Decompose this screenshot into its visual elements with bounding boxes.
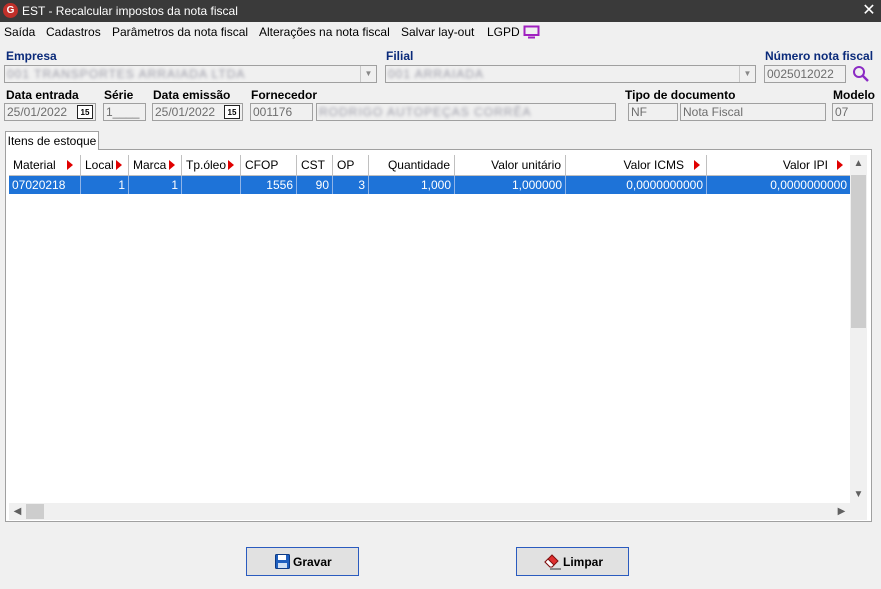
col-header-valor-ipi[interactable]: Valor IPI [707, 155, 850, 175]
col-header-cst[interactable]: CST [297, 155, 333, 175]
search-icon[interactable] [852, 65, 870, 83]
sort-arrow-icon [228, 160, 234, 170]
vertical-scrollbar[interactable]: ▲ ▼ [850, 155, 867, 503]
menu-item-salvar-layout[interactable]: Salvar lay-out [401, 25, 474, 39]
empresa-select[interactable]: 001 TRANSPORTES ARRAIADA LTDA ▼ [4, 65, 377, 83]
menu-item-lgpd[interactable]: LGPD [487, 25, 520, 39]
sort-arrow-icon [169, 160, 175, 170]
fornecedor-name-value: RODRIGO AUTOPEÇAS CORRÊA [319, 105, 532, 119]
horizontal-scroll-thumb[interactable] [26, 504, 44, 519]
scroll-down-icon[interactable]: ▼ [850, 486, 867, 503]
sort-arrow-icon [694, 160, 700, 170]
scroll-left-icon[interactable]: ◀ [9, 503, 26, 520]
window-title: EST - Recalcular impostos da nota fiscal [22, 4, 238, 18]
modelo-field[interactable]: 07 [832, 103, 873, 121]
cell-valor-unitario[interactable]: 1,000000 [455, 176, 566, 194]
tipo-documento-name-field: Nota Fiscal [680, 103, 826, 121]
serie-label: Série [104, 88, 134, 102]
save-button-label: Gravar [293, 555, 332, 569]
col-header-label: Material [13, 158, 56, 172]
clear-button-label: Limpar [563, 555, 604, 569]
col-header-local[interactable]: Local [81, 155, 129, 175]
filial-select[interactable]: 001 ARRAIADA ▼ [385, 65, 756, 83]
save-button[interactable]: Gravar [246, 547, 359, 576]
table-row[interactable]: 07020218 1 1 1556 90 3 1,000 1,000000 0,… [9, 176, 850, 194]
monitor-icon[interactable] [523, 25, 540, 39]
cell-op[interactable]: 3 [333, 176, 369, 194]
fornecedor-name-field: RODRIGO AUTOPEÇAS CORRÊA [316, 103, 616, 121]
fornecedor-label: Fornecedor [251, 88, 318, 102]
cell-marca[interactable]: 1 [129, 176, 182, 194]
numero-nota-label: Número nota fiscal [765, 49, 874, 63]
title-bar: G EST - Recalcular impostos da nota fisc… [0, 0, 881, 22]
col-header-label: Local [85, 158, 114, 172]
cell-local[interactable]: 1 [81, 176, 129, 194]
data-entrada-value: 25/01/2022 [7, 105, 68, 119]
data-entrada-label: Data entrada [6, 88, 79, 102]
filial-label: Filial [386, 49, 414, 63]
col-header-material[interactable]: Material [9, 155, 81, 175]
cell-quantidade[interactable]: 1,000 [369, 176, 455, 194]
items-grid: Material Local Marca Tp.óleo CFOP CST OP… [9, 155, 850, 503]
col-header-label: Marca [133, 158, 167, 172]
col-header-marca[interactable]: Marca [129, 155, 182, 175]
filial-value: 001 ARRAIADA [388, 67, 485, 81]
cell-valor-icms[interactable]: 0,0000000000 [566, 176, 707, 194]
floppy-disk-icon [275, 554, 290, 569]
col-header-valor-icms[interactable]: Valor ICMS [566, 155, 707, 175]
tipo-documento-code-field[interactable]: NF [628, 103, 678, 121]
menu-item-cadastros[interactable]: Cadastros [46, 25, 101, 39]
clear-button[interactable]: Limpar [516, 547, 629, 576]
tipo-documento-label: Tipo de documento [625, 88, 736, 102]
eraser-icon [544, 554, 561, 570]
sort-arrow-icon [67, 160, 73, 170]
grid-header: Material Local Marca Tp.óleo CFOP CST OP… [9, 155, 850, 176]
cell-valor-ipi[interactable]: 0,0000000000 [707, 176, 850, 194]
cell-cst[interactable]: 90 [297, 176, 333, 194]
col-header-cfop[interactable]: CFOP [241, 155, 297, 175]
chevron-down-icon[interactable]: ▼ [360, 66, 376, 82]
tab-itens-estoque[interactable]: Itens de estoque [5, 131, 99, 150]
col-header-valor-unitario[interactable]: Valor unitário [455, 155, 566, 175]
calendar-icon[interactable]: 15 [77, 105, 93, 119]
col-header-quantidade[interactable]: Quantidade [369, 155, 455, 175]
sort-arrow-icon [837, 160, 843, 170]
vertical-scroll-thumb[interactable] [851, 175, 866, 328]
data-emissao-value: 25/01/2022 [155, 105, 216, 119]
menu-item-parametros[interactable]: Parâmetros da nota fiscal [112, 25, 248, 39]
scroll-up-icon[interactable]: ▲ [850, 155, 867, 172]
fornecedor-code-field[interactable]: 001176 [250, 103, 313, 121]
col-header-label: Valor ICMS [623, 158, 684, 172]
cell-cfop[interactable]: 1556 [241, 176, 297, 194]
numero-nota-field[interactable]: 0025012022 [764, 65, 846, 83]
empresa-label: Empresa [6, 49, 57, 63]
empresa-value: 001 TRANSPORTES ARRAIADA LTDA [7, 67, 246, 81]
menu-item-saida[interactable]: Saída [4, 25, 35, 39]
modelo-label: Modelo [833, 88, 875, 102]
cell-material[interactable]: 07020218 [9, 176, 81, 194]
sort-arrow-icon [116, 160, 122, 170]
menu-item-alteracoes[interactable]: Alterações na nota fiscal [259, 25, 390, 39]
menu-bar: Saída Cadastros Parâmetros da nota fisca… [0, 22, 881, 42]
col-header-label: Valor IPI [782, 158, 828, 172]
cell-tp-oleo[interactable] [182, 176, 241, 194]
app-logo-icon: G [3, 3, 18, 18]
calendar-icon[interactable]: 15 [224, 105, 240, 119]
horizontal-scrollbar[interactable]: ◀ ▶ [9, 503, 867, 520]
col-header-label: Tp.óleo [186, 158, 227, 172]
col-header-op[interactable]: OP [333, 155, 369, 175]
data-emissao-label: Data emissão [153, 88, 231, 102]
col-header-tp-oleo[interactable]: Tp.óleo [182, 155, 241, 175]
chevron-down-icon[interactable]: ▼ [739, 66, 755, 82]
serie-field[interactable]: 1____ [103, 103, 146, 121]
scroll-right-icon[interactable]: ▶ [833, 503, 850, 520]
close-icon[interactable]: ✕ [857, 0, 881, 22]
